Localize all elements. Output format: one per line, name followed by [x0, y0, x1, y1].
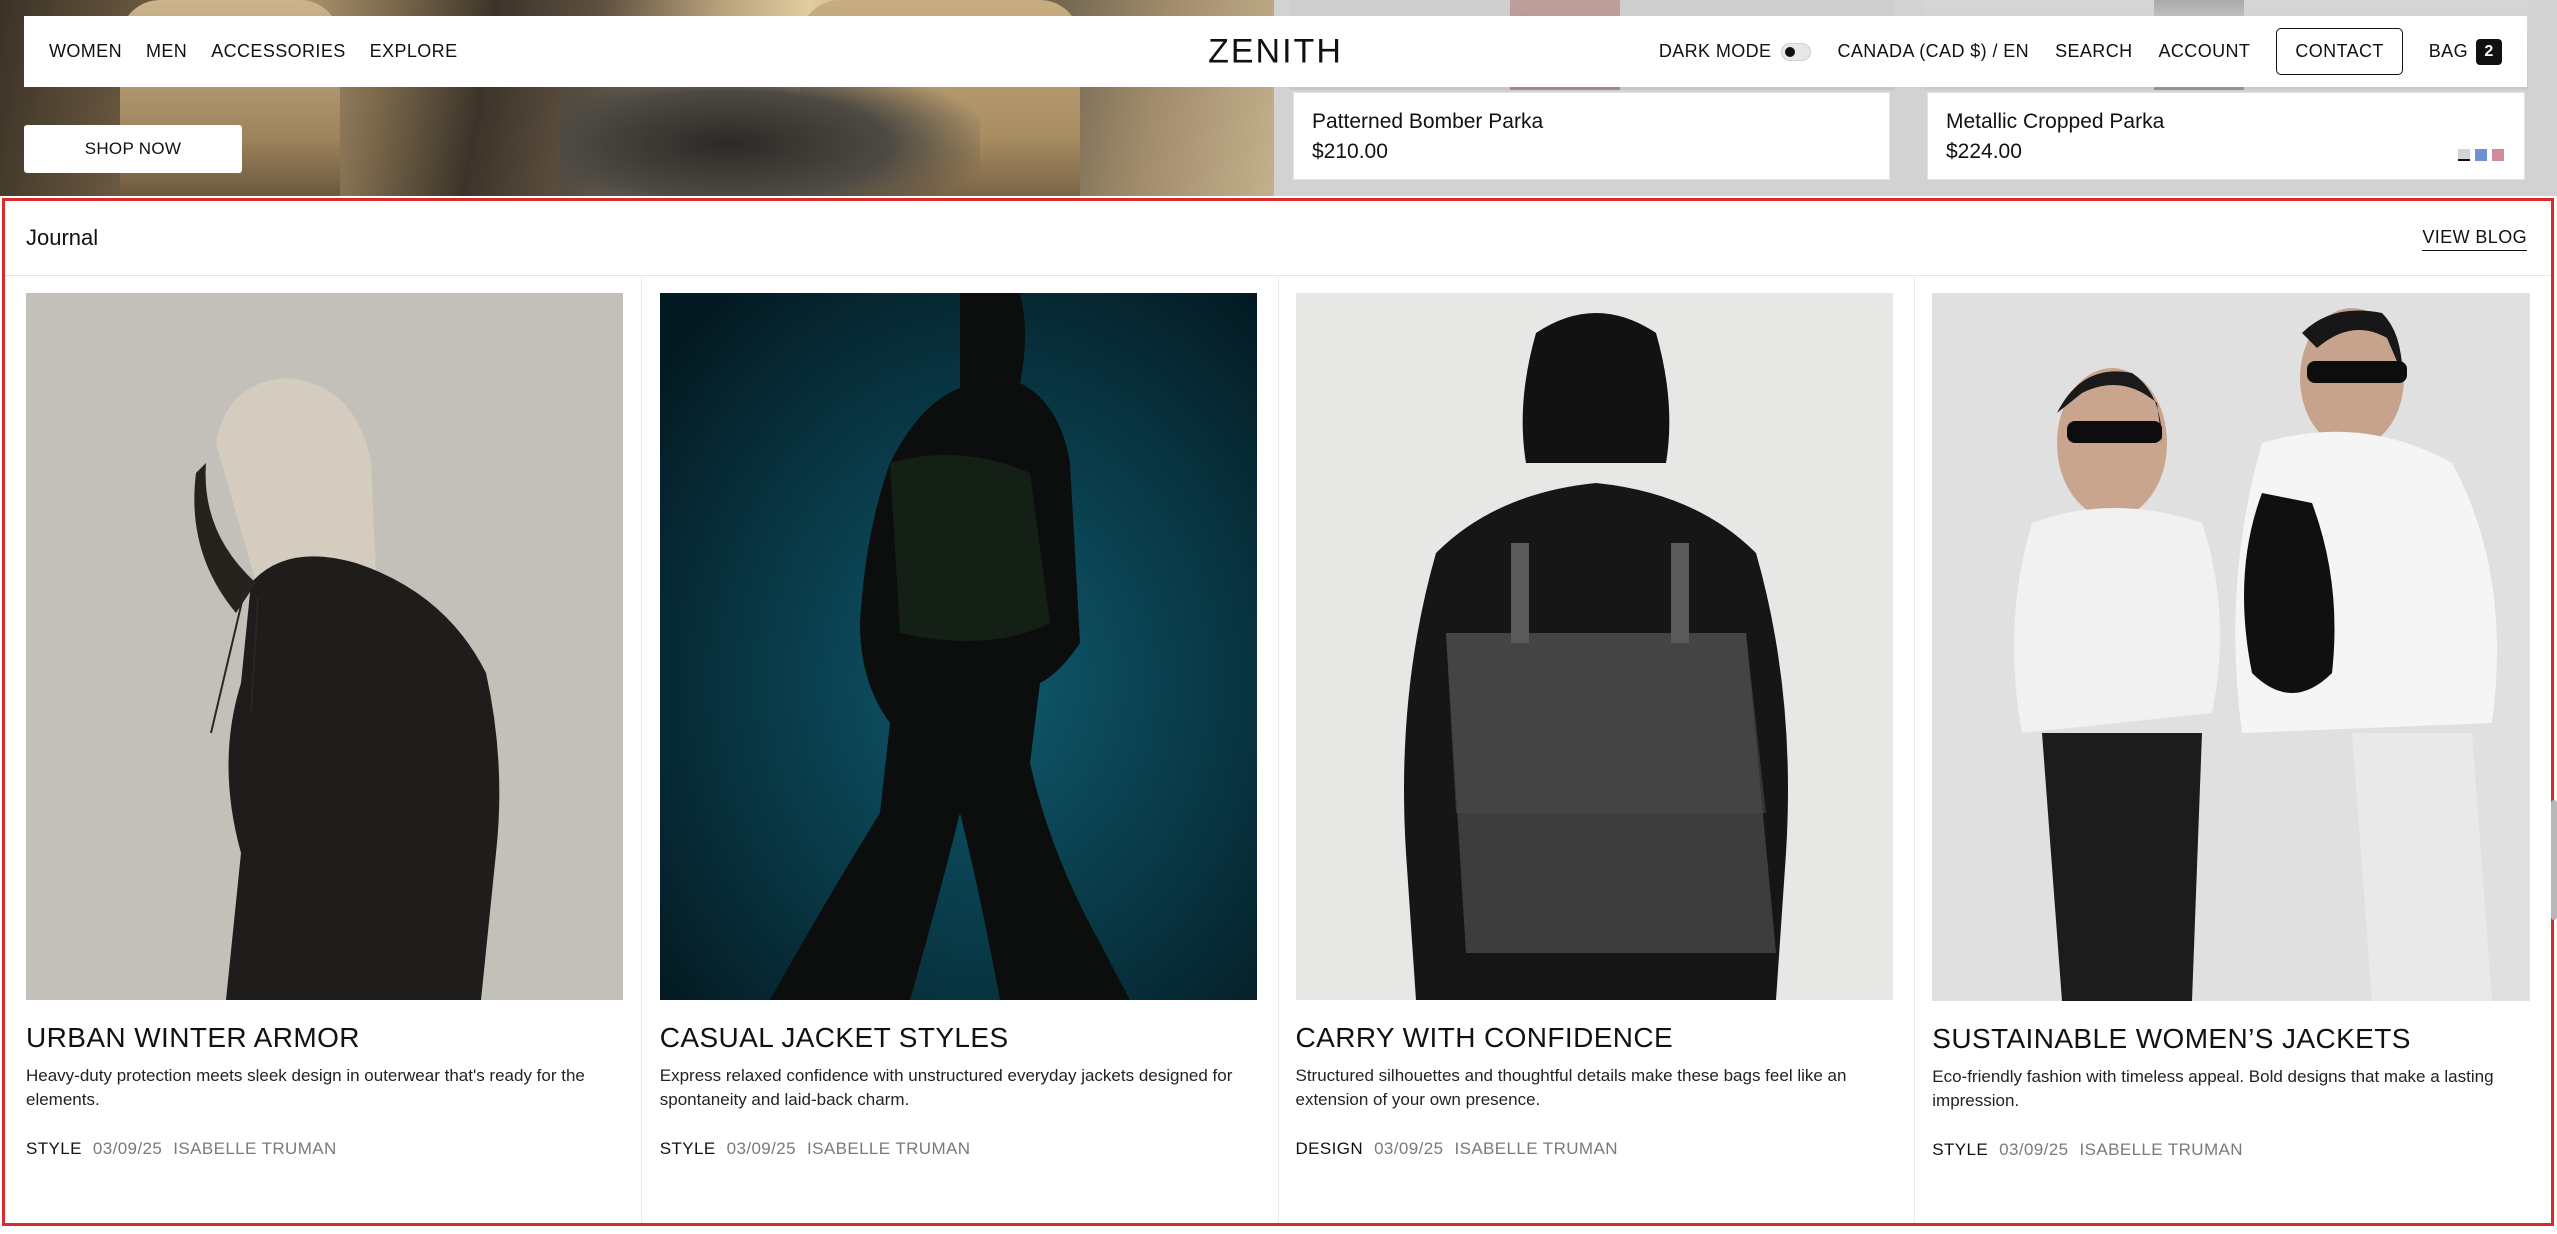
article-author: ISABELLE TRUMAN — [173, 1139, 337, 1158]
article-date: 03/09/25 — [92, 1139, 163, 1158]
article-author: ISABELLE TRUMAN — [2079, 1140, 2243, 1159]
color-swatches — [2458, 149, 2504, 161]
article-category[interactable]: DESIGN — [1296, 1139, 1364, 1159]
product-name[interactable]: Patterned Bomber Parka — [1312, 109, 1871, 135]
nav-explore[interactable]: EXPLORE — [370, 41, 458, 62]
article-title[interactable]: SUSTAINABLE WOMEN’S JACKETS — [1932, 1023, 2411, 1055]
bag-count-badge: 2 — [2476, 38, 2502, 65]
article-author: ISABELLE TRUMAN — [806, 1139, 971, 1158]
product-card[interactable]: Patterned Bomber Parka $210.00 — [1293, 92, 1890, 180]
nav-women[interactable]: WOMEN — [49, 41, 122, 62]
dark-mode-label: DARK MODE — [1658, 41, 1772, 61]
article-meta: STYLE 03/09/25 ISABELLE TRUMAN — [660, 1139, 971, 1159]
product-card[interactable]: Metallic Cropped Parka $224.00 — [1927, 92, 2525, 180]
contact-button[interactable]: CONTACT — [2276, 28, 2403, 75]
article-meta: STYLE 03/09/25 ISABELLE TRUMAN — [1932, 1140, 2243, 1160]
brand-logo[interactable]: ZENITH — [1208, 32, 1343, 71]
swatch-silver[interactable] — [2458, 149, 2470, 161]
article-image[interactable] — [1295, 293, 1893, 1000]
page-scrollbar[interactable] — [2551, 800, 2557, 920]
nav-left: WOMEN MEN ACCESSORIES EXPLORE — [49, 41, 457, 62]
article-description: Eco-friendly fashion with timeless appea… — [1932, 1067, 2494, 1110]
nav-accessories[interactable]: ACCESSORIES — [211, 41, 345, 62]
article-meta: STYLE 03/09/25 ISABELLE TRUMAN — [26, 1139, 337, 1159]
shop-now-button[interactable]: SHOP NOW — [24, 125, 242, 173]
article-meta: DESIGN 03/09/25 ISABELLE TRUMAN — [1296, 1139, 1618, 1159]
product-price: $210.00 — [1312, 140, 1388, 163]
article-image[interactable] — [26, 293, 623, 1000]
article-card[interactable]: SUSTAINABLE WOMEN’S JACKETS Eco-friendly… — [1915, 277, 2551, 1223]
article-description: Structured silhouettes and thoughtful de… — [1295, 1066, 1847, 1109]
article-title[interactable]: CARRY WITH CONFIDENCE — [1296, 1022, 1674, 1054]
journal-articles: URBAN WINTER ARMOR Heavy-duty protection… — [5, 277, 2551, 1223]
dark-mode-control[interactable]: DARK MODE — [1659, 41, 1812, 62]
article-card[interactable]: CARRY WITH CONFIDENCE Structured silhoue… — [1279, 277, 1916, 1223]
view-blog-link[interactable]: VIEW BLOG — [2422, 227, 2527, 251]
account-link[interactable]: ACCOUNT — [2159, 41, 2251, 62]
locale-selector[interactable]: CANADA (CAD $) / EN — [1837, 41, 2029, 62]
search-link[interactable]: SEARCH — [2055, 41, 2132, 62]
bag-button[interactable]: BAG 2 — [2428, 38, 2502, 65]
article-author: ISABELLE TRUMAN — [1454, 1139, 1618, 1158]
main-nav: WOMEN MEN ACCESSORIES EXPLORE ZENITH DAR… — [24, 16, 2527, 87]
article-image[interactable] — [1932, 293, 2531, 1001]
journal-header: Journal VIEW BLOG — [5, 201, 2551, 276]
nav-men[interactable]: MEN — [146, 41, 187, 62]
article-category[interactable]: STYLE — [26, 1139, 82, 1159]
article-card[interactable]: URBAN WINTER ARMOR Heavy-duty protection… — [5, 277, 642, 1223]
article-description: Express relaxed confidence with unstruct… — [659, 1066, 1233, 1109]
journal-title: Journal — [26, 225, 99, 250]
nav-right: DARK MODE CANADA (CAD $) / EN SEARCH ACC… — [1659, 28, 2502, 75]
swatch-pink[interactable] — [2492, 149, 2504, 161]
swatch-blue[interactable] — [2475, 149, 2487, 161]
article-category[interactable]: STYLE — [660, 1139, 716, 1159]
bag-label: BAG — [2428, 41, 2468, 61]
article-card[interactable]: CASUAL JACKET STYLES Express relaxed con… — [642, 277, 1279, 1223]
product-price: $224.00 — [1946, 140, 2022, 163]
article-date: 03/09/25 — [1999, 1140, 2069, 1159]
journal-section: Journal VIEW BLOG URBAN WINTER ARMOR Hea… — [2, 198, 2554, 1226]
article-date: 03/09/25 — [726, 1139, 796, 1158]
article-title[interactable]: CASUAL JACKET STYLES — [660, 1022, 1009, 1054]
article-category[interactable]: STYLE — [1932, 1140, 1988, 1160]
article-description: Heavy-duty protection meets sleek design… — [26, 1066, 585, 1109]
article-date: 03/09/25 — [1374, 1139, 1444, 1158]
article-title[interactable]: URBAN WINTER ARMOR — [26, 1022, 360, 1054]
dark-mode-toggle[interactable] — [1781, 42, 1812, 61]
article-image[interactable] — [659, 293, 1257, 1000]
product-name[interactable]: Metallic Cropped Parka — [1946, 109, 2506, 135]
